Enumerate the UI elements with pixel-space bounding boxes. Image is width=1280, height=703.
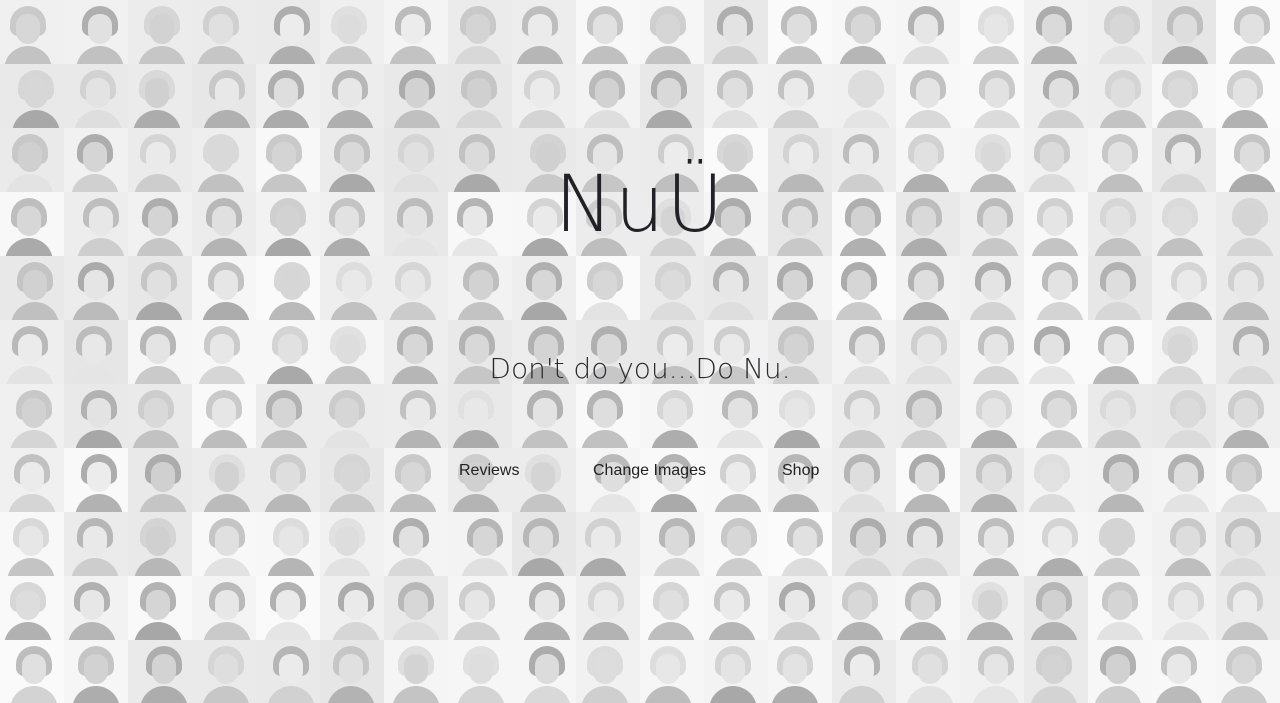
tagline: Don't do you...Do Nu. [489,352,791,385]
nav-link-change-images[interactable]: Change Images [593,462,706,480]
nav-link-shop[interactable]: Shop [782,462,819,480]
brand-logo: NuÜ [554,160,726,250]
main-nav: Reviews Change Images Shop [0,462,1280,486]
landing-page: NuÜ Don't do you...Do Nu. Reviews Change… [0,0,1280,703]
nav-link-reviews[interactable]: Reviews [459,462,519,480]
